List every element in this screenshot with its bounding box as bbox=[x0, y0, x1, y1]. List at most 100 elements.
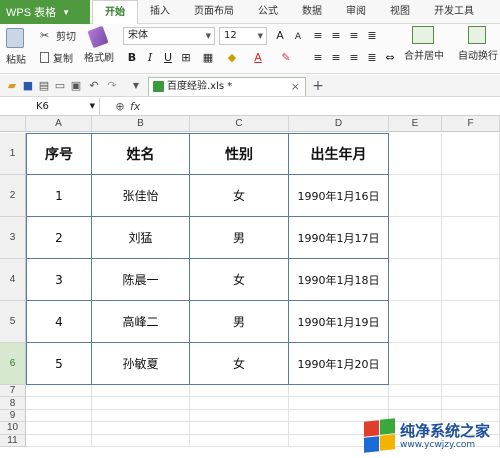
empty-cell[interactable] bbox=[26, 385, 92, 398]
empty-cell[interactable] bbox=[389, 133, 442, 175]
table-cell[interactable]: 孙敏夏 bbox=[92, 343, 190, 385]
empty-cell[interactable] bbox=[442, 217, 500, 259]
row-header-10[interactable]: 10 bbox=[0, 422, 26, 435]
empty-cell[interactable] bbox=[442, 259, 500, 301]
table-cell[interactable]: 女 bbox=[190, 343, 289, 385]
row-header-7[interactable]: 7 bbox=[0, 385, 26, 398]
table-cell[interactable]: 女 bbox=[190, 175, 289, 217]
orientation-icon[interactable]: ≣ bbox=[364, 28, 380, 44]
tab-4[interactable]: 数据 bbox=[290, 0, 334, 24]
table-cell[interactable]: 1990年1月19日 bbox=[289, 301, 389, 343]
row-header-5[interactable]: 5 bbox=[0, 301, 26, 343]
tab-2[interactable]: 页面布局 bbox=[182, 0, 246, 24]
formula-input[interactable] bbox=[160, 98, 500, 116]
table-header-cell[interactable]: 序号 bbox=[26, 133, 92, 175]
align-left-icon[interactable]: ≡ bbox=[310, 50, 326, 66]
empty-cell[interactable] bbox=[26, 397, 92, 410]
empty-cell[interactable] bbox=[92, 397, 190, 410]
column-header-F[interactable]: F bbox=[442, 116, 500, 132]
table-cell[interactable]: 女 bbox=[190, 259, 289, 301]
row-header-2[interactable]: 2 bbox=[0, 175, 26, 217]
font-color-button[interactable]: A bbox=[250, 50, 266, 66]
table-cell[interactable]: 刘猛 bbox=[92, 217, 190, 259]
preview-icon[interactable]: ▣ bbox=[68, 78, 84, 94]
align-top-icon[interactable]: ≡ bbox=[310, 28, 326, 44]
tab-5[interactable]: 审阅 bbox=[334, 0, 378, 24]
customize-toolbar-icon[interactable]: ▼ bbox=[128, 78, 144, 94]
empty-cell[interactable] bbox=[389, 385, 442, 398]
save-icon[interactable]: ■ bbox=[20, 78, 36, 94]
empty-cell[interactable] bbox=[389, 217, 442, 259]
export-icon[interactable]: ▤ bbox=[36, 78, 52, 94]
column-header-D[interactable]: D bbox=[289, 116, 389, 132]
empty-cell[interactable] bbox=[389, 259, 442, 301]
empty-cell[interactable] bbox=[389, 175, 442, 217]
cut-button[interactable]: ✂ 剪切 bbox=[40, 28, 76, 44]
empty-cell[interactable] bbox=[442, 133, 500, 175]
format-painter-button[interactable]: 格式刷 bbox=[84, 25, 114, 64]
tab-7[interactable]: 开发工具 bbox=[422, 0, 486, 24]
empty-cell[interactable] bbox=[190, 434, 289, 447]
row-header-3[interactable]: 3 bbox=[0, 217, 26, 259]
table-cell[interactable]: 1 bbox=[26, 175, 92, 217]
empty-cell[interactable] bbox=[442, 301, 500, 343]
underline-button[interactable]: U bbox=[160, 50, 176, 66]
name-box[interactable]: K6 ▼ bbox=[0, 98, 100, 116]
borders-icon[interactable]: ⊞ bbox=[178, 50, 194, 66]
empty-cell[interactable] bbox=[190, 409, 289, 423]
empty-cell[interactable] bbox=[442, 343, 500, 385]
empty-cell[interactable] bbox=[190, 422, 289, 435]
empty-cell[interactable] bbox=[92, 434, 190, 447]
empty-cell[interactable] bbox=[289, 397, 389, 410]
row-header-6[interactable]: 6 bbox=[0, 343, 26, 385]
font-name-select[interactable]: 宋体 ▼ bbox=[123, 27, 215, 45]
align-center-icon[interactable]: ≡ bbox=[328, 50, 344, 66]
fx-icon[interactable]: fx bbox=[130, 98, 140, 115]
table-cell[interactable]: 1990年1月16日 bbox=[289, 175, 389, 217]
table-cell[interactable]: 陈晨一 bbox=[92, 259, 190, 301]
table-cell[interactable]: 男 bbox=[190, 301, 289, 343]
table-cell[interactable]: 1990年1月17日 bbox=[289, 217, 389, 259]
empty-cell[interactable] bbox=[389, 301, 442, 343]
justify-icon[interactable]: ≣ bbox=[364, 50, 380, 66]
empty-cell[interactable] bbox=[190, 385, 289, 398]
table-header-cell[interactable]: 性别 bbox=[190, 133, 289, 175]
paste-button[interactable]: 粘贴 bbox=[6, 28, 26, 66]
copy-button[interactable]: 复制 bbox=[40, 50, 73, 65]
select-all-corner[interactable] bbox=[0, 116, 26, 132]
increase-font-icon[interactable]: A bbox=[272, 28, 288, 44]
decrease-font-icon[interactable]: A bbox=[290, 29, 306, 45]
empty-cell[interactable] bbox=[26, 434, 92, 447]
empty-cell[interactable] bbox=[442, 385, 500, 398]
zoom-icon[interactable]: ⊕ bbox=[112, 99, 128, 115]
empty-cell[interactable] bbox=[389, 343, 442, 385]
table-header-cell[interactable]: 出生年月 bbox=[289, 133, 389, 175]
document-tab[interactable]: 百度经验.xls * × bbox=[148, 77, 306, 96]
empty-cell[interactable] bbox=[190, 397, 289, 410]
empty-cell[interactable] bbox=[442, 175, 500, 217]
empty-cell[interactable] bbox=[389, 397, 442, 410]
row-header-4[interactable]: 4 bbox=[0, 259, 26, 301]
table-cell[interactable]: 5 bbox=[26, 343, 92, 385]
merge-cells-icon[interactable]: ▦ bbox=[200, 50, 216, 66]
fill-color-icon[interactable]: ◆ bbox=[224, 50, 240, 66]
font-size-select[interactable]: 12 ▼ bbox=[219, 27, 267, 45]
undo-icon[interactable]: ↶ bbox=[86, 78, 102, 94]
distribute-icon[interactable]: ⇔ bbox=[382, 50, 398, 66]
align-middle-icon[interactable]: ≡ bbox=[328, 28, 344, 44]
tab-1[interactable]: 插入 bbox=[138, 0, 182, 24]
column-header-B[interactable]: B bbox=[92, 116, 190, 132]
table-header-cell[interactable]: 姓名 bbox=[92, 133, 190, 175]
table-cell[interactable]: 男 bbox=[190, 217, 289, 259]
table-cell[interactable]: 3 bbox=[26, 259, 92, 301]
table-cell[interactable]: 4 bbox=[26, 301, 92, 343]
empty-cell[interactable] bbox=[26, 409, 92, 423]
column-header-A[interactable]: A bbox=[26, 116, 92, 132]
print-icon[interactable]: ▭ bbox=[52, 78, 68, 94]
close-icon[interactable]: × bbox=[291, 78, 300, 95]
empty-cell[interactable] bbox=[92, 409, 190, 423]
app-menu-button[interactable]: WPS 表格 ▼ bbox=[0, 0, 90, 24]
redo-icon[interactable]: ↷ bbox=[104, 78, 120, 94]
table-cell[interactable]: 2 bbox=[26, 217, 92, 259]
table-cell[interactable]: 高峰二 bbox=[92, 301, 190, 343]
